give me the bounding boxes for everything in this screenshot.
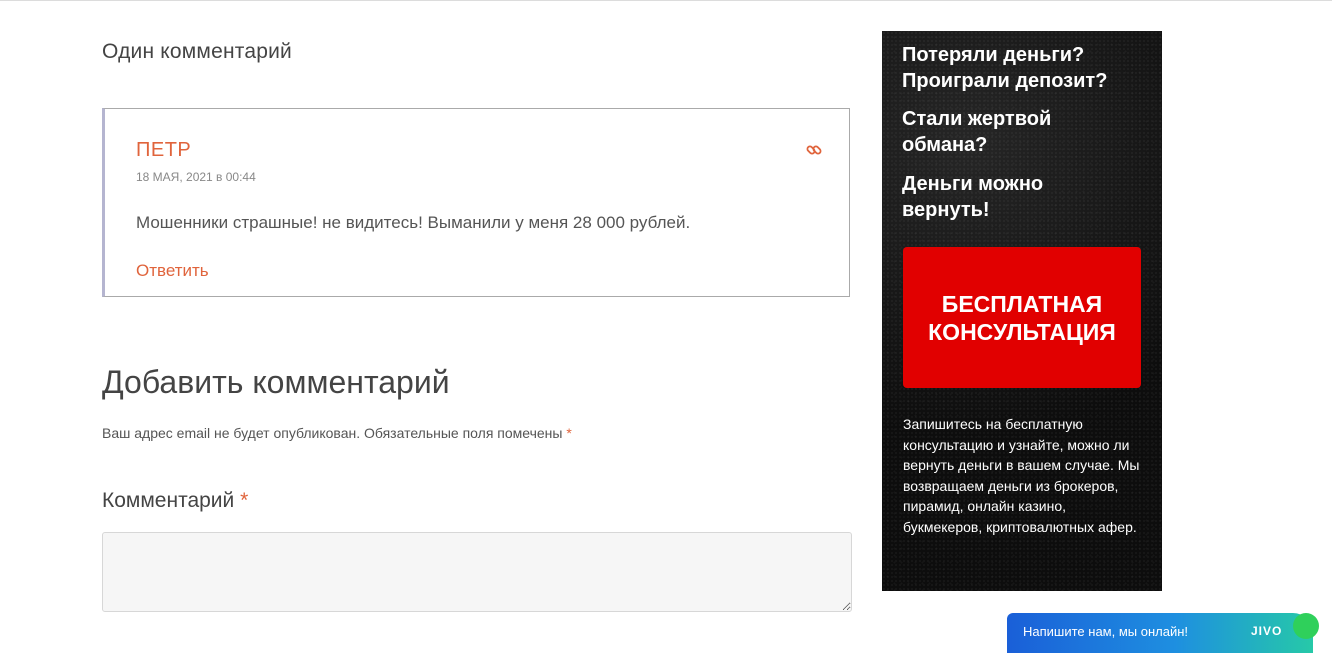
ad-heading-line: Проиграли депозит? — [902, 70, 1108, 92]
comment-textarea[interactable] — [102, 532, 852, 612]
add-comment-title: Добавить комментарий — [102, 364, 450, 400]
comment-field-label: Комментарий * — [102, 489, 248, 513]
ad-heading-victim: Стали жертвой обмана? — [902, 106, 1051, 158]
ad-heading-line: Деньги можно — [902, 173, 1044, 195]
form-notes: Ваш адрес email не будет опубликован. Об… — [102, 425, 572, 441]
ad-heading-line: Стали жертвой — [902, 108, 1052, 130]
comment-label-text: Комментарий — [102, 489, 235, 512]
link-icon[interactable] — [805, 141, 823, 159]
chat-widget[interactable]: Напишите нам, мы онлайн! JIVO — [1007, 613, 1313, 653]
ad-heading-lost-money: Потеряли деньги? Проиграли депозит? — [902, 42, 1107, 94]
required-marker: * — [240, 489, 249, 512]
form-notes-text: Ваш адрес email не будет опубликован. Об… — [102, 425, 563, 441]
required-marker: * — [566, 425, 572, 441]
comment-text: Мошенники страшные! не видитесь! Выманил… — [136, 213, 691, 232]
ad-heading-return: Деньги можно вернуть! — [902, 171, 1043, 223]
ad-body-text: Запишитесь на бесплатную консультацию и … — [903, 416, 1140, 535]
button-line: КОНСУЛЬТАЦИЯ — [928, 318, 1116, 345]
ad-heading-line: вернуть! — [902, 199, 990, 221]
comment-card: ПЕТР 18 МАЯ, 2021 в 00:44 Мошенники стра… — [102, 108, 850, 297]
ad-heading-line: обмана? — [902, 134, 988, 156]
comments-title: Один комментарий — [102, 40, 292, 63]
top-divider — [0, 0, 1332, 1]
reply-link[interactable]: Ответить — [136, 261, 209, 281]
free-consultation-button[interactable]: БЕСПЛАТНАЯ КОНСУЛЬТАЦИЯ — [903, 247, 1141, 388]
comment-date[interactable]: 18 МАЯ, 2021 в 00:44 — [136, 170, 256, 184]
button-line: БЕСПЛАТНАЯ — [941, 290, 1103, 317]
comment-author[interactable]: ПЕТР — [136, 139, 191, 162]
ad-banner[interactable]: Потеряли деньги? Проиграли депозит? Стал… — [882, 31, 1162, 591]
chat-bubble-icon[interactable] — [1293, 613, 1319, 639]
chat-widget-text: Напишите нам, мы онлайн! — [1023, 624, 1189, 639]
ad-heading-line: Потеряли деньги? — [902, 44, 1085, 66]
